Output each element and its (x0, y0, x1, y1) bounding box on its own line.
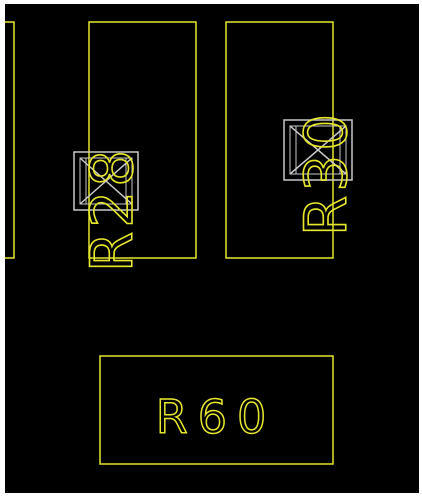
canvas-left-edge (0, 0, 5, 498)
pcb-layout-drawing[interactable]: R28 R30 R60 (0, 0, 422, 498)
pcb-layout-canvas[interactable]: R28 R30 R60 (0, 0, 422, 498)
canvas-top-edge (0, 0, 422, 4)
footprint-r28-label: R28 (78, 146, 146, 272)
footprint-r60[interactable]: R60 (99, 355, 334, 465)
canvas-bottom-edge (0, 493, 422, 498)
footprint-r30[interactable]: R30 (225, 21, 361, 259)
footprint-r28[interactable]: R28 (73, 21, 197, 273)
footprint-r30-label: R30 (292, 110, 360, 236)
footprint-r60-label: R60 (156, 390, 277, 444)
